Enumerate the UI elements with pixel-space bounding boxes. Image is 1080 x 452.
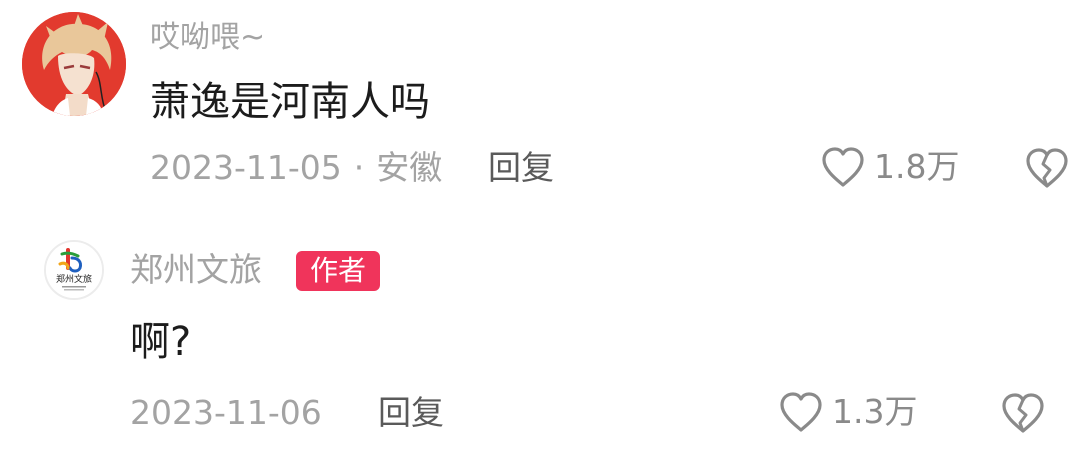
like-count: 1.3万 xyxy=(832,392,918,431)
heart-icon xyxy=(780,392,822,432)
comment-username[interactable]: 郑州文旅 xyxy=(130,250,262,290)
reply-button[interactable]: 回复 xyxy=(378,391,444,435)
like-button[interactable]: 1.3万 xyxy=(778,390,917,434)
author-avatar[interactable]: 郑州文旅 xyxy=(44,240,104,300)
comment-thread: 哎呦喂~ 萧逸是河南人吗 2023-11-05 · 安徽 回复 1.8万 郑州文… xyxy=(0,0,1080,452)
broken-heart-icon[interactable] xyxy=(1000,391,1046,435)
comment-date: 2023-11-06 xyxy=(130,393,322,432)
comment-text: 啊? xyxy=(130,319,192,365)
logo-text: 郑州文旅 xyxy=(56,273,92,285)
reply-comment-item: 郑州文旅 郑州文旅 作者 啊? 2023-11-06 回复 1.3万 xyxy=(0,0,1080,433)
comment-meta: 2023-11-06 xyxy=(130,391,322,435)
author-badge: 作者 xyxy=(296,251,380,291)
zhengzhou-tourism-logo-icon: 郑州文旅 xyxy=(46,242,102,298)
